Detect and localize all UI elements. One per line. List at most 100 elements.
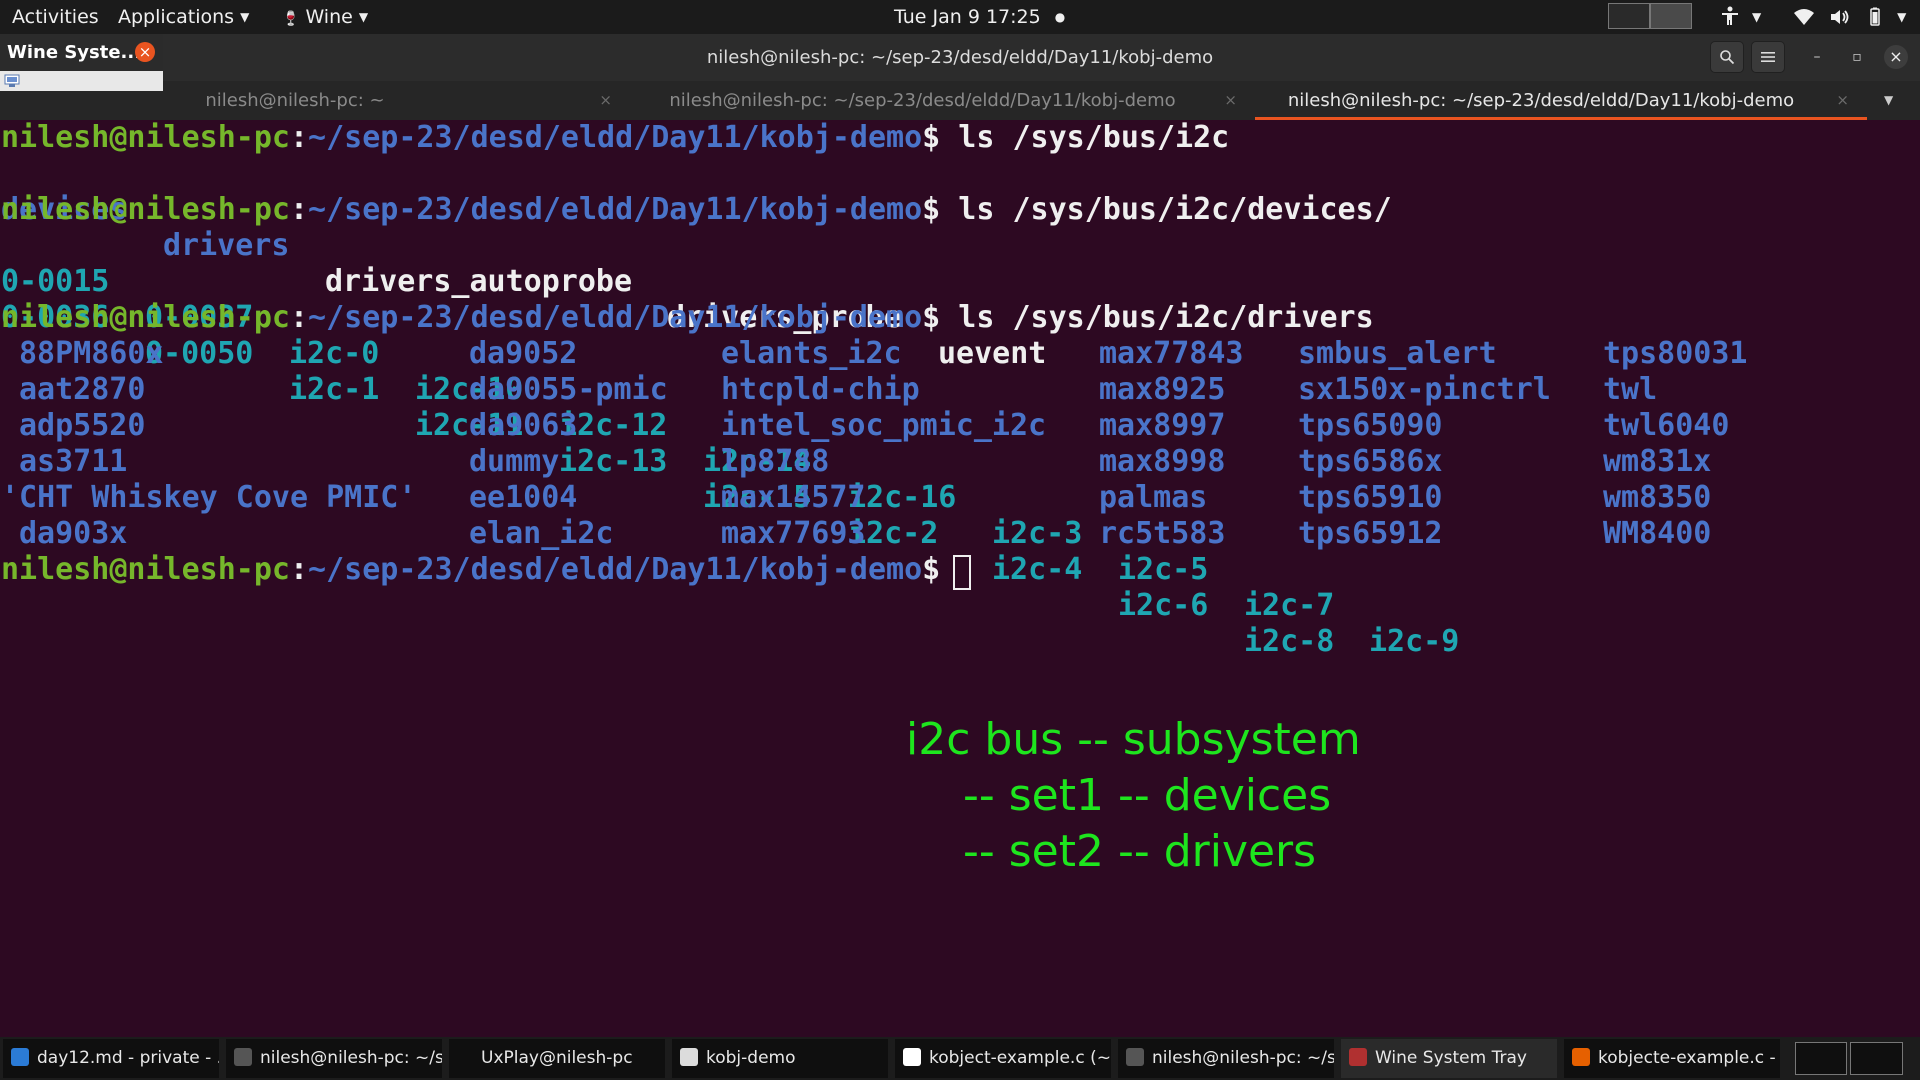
- output-line: 0-0015 0-0037 i2c-0 i2c-10 i2c-12 i2c-14…: [0, 228, 1500, 659]
- wine-popup-close-button[interactable]: ×: [135, 42, 155, 62]
- tab-close-icon[interactable]: ×: [1836, 81, 1849, 120]
- prompt-separator: :: [289, 552, 309, 587]
- clock[interactable]: Tue Jan 9 17:25 ●: [894, 0, 1065, 34]
- search-button[interactable]: [1710, 41, 1744, 73]
- taskbar-item-label: day12.md - private - ...: [37, 1048, 219, 1068]
- wine-popup-title: Wine Syste...: [7, 42, 142, 63]
- driver-entry: da9055-pmic: [469, 372, 668, 407]
- wine-system-tray-popup: Wine Syste... ×: [0, 34, 163, 91]
- minimize-button[interactable]: –: [1805, 45, 1829, 69]
- driver-entry: max8997: [1099, 408, 1226, 443]
- accessibility-menu[interactable]: ▼: [1720, 0, 1761, 34]
- wine-menu[interactable]: 🍷 Wine ▼: [282, 0, 368, 34]
- notification-dot: ●: [1054, 10, 1066, 24]
- wine-icon: [1349, 1048, 1367, 1066]
- driver-entry: tps65912: [1298, 516, 1443, 551]
- driver-entry: adp5520: [19, 408, 146, 443]
- device-entry: i2c-6: [1118, 588, 1209, 623]
- driver-entry: rc5t583: [1099, 516, 1226, 551]
- taskbar-item-label: kobj-demo: [706, 1048, 796, 1068]
- workspace-2[interactable]: [1650, 3, 1692, 29]
- chevron-down-icon: ▼: [240, 10, 250, 24]
- driver-entry: smbus_alert: [1298, 336, 1497, 371]
- driver-entry: sx150x-pinctrl: [1298, 372, 1551, 407]
- taskbar-item[interactable]: day12.md - private - ...: [3, 1039, 219, 1078]
- prompt-path: ~/sep-23/desd/eldd/Day11/kobj-demo: [308, 192, 923, 227]
- driver-entry: tps80031: [1603, 336, 1748, 371]
- driver-entry: tps65090: [1298, 408, 1443, 443]
- taskbar-item[interactable]: nilesh@nilesh-pc: ~/s...: [1118, 1039, 1334, 1078]
- prompt-path: ~/sep-23/desd/eldd/Day11/kobj-demo: [308, 120, 923, 155]
- note-line-1: i2c bus -- subsystem: [906, 714, 1361, 765]
- prompt-line: nilesh@nilesh-pc:~/sep-23/desd/eldd/Day1…: [1, 300, 1374, 336]
- command: ls /sys/bus/i2c/devices/: [958, 192, 1392, 227]
- workspace-switcher-1[interactable]: [1795, 1042, 1847, 1075]
- taskbar-item[interactable]: kobjecte-example.c - s...: [1564, 1039, 1780, 1078]
- window-title: nilesh@nilesh-pc: ~/sep-23/desd/eldd/Day…: [706, 47, 1214, 68]
- output-line: devices drivers drivers_autoprobe driver…: [0, 156, 1046, 371]
- taskbar-item[interactable]: UxPlay@nilesh-pc: [449, 1039, 665, 1078]
- output-line: as3711 dummy lp8788 max8998 tps6586x wm831x: [0, 444, 1900, 480]
- taskbar-item[interactable]: kobj-demo: [672, 1039, 888, 1078]
- wine-tray-icon[interactable]: [4, 74, 20, 88]
- driver-entry: 'CHT Whiskey Cove PMIC': [1, 480, 417, 515]
- maximize-button[interactable]: ▫: [1845, 45, 1869, 69]
- wifi-icon: [1794, 9, 1814, 25]
- driver-entry: dummy: [469, 444, 560, 479]
- tab-kobj-demo-2[interactable]: nilesh@nilesh-pc: ~/sep-23/desd/eldd/Day…: [1255, 81, 1867, 120]
- top-bar: Activities Applications ▼ 🍷 Wine ▼ Tue Jan …: [0, 0, 1920, 34]
- driver-entry: da903x: [19, 516, 128, 551]
- driver-entry: tps65910: [1298, 480, 1443, 515]
- workspace-1[interactable]: [1608, 3, 1650, 29]
- activities-button[interactable]: Activities: [12, 0, 99, 34]
- close-button[interactable]: ×: [1884, 45, 1908, 69]
- driver-entry: palmas: [1099, 480, 1208, 515]
- bottom-taskbar: day12.md - private - ... nilesh@nilesh-pc…: [0, 1037, 1920, 1080]
- driver-entry: intel_soc_pmic_i2c: [721, 408, 1047, 443]
- wine-glass-icon: 🍷: [282, 11, 300, 27]
- text-editor-icon: [903, 1048, 921, 1066]
- tab-bar: nilesh@nilesh-pc: ~ × nilesh@nilesh-pc: …: [0, 81, 1920, 120]
- taskbar-item[interactable]: Wine System Tray: [1341, 1039, 1557, 1078]
- output-line: da903x elan_i2c max77693 rc5t583 tps65912 WM8…: [0, 516, 1900, 552]
- driver-entry: max77843: [1099, 336, 1244, 371]
- workspace-switcher-2[interactable]: [1850, 1042, 1903, 1075]
- driver-entry: htcpld-chip: [721, 372, 920, 407]
- vscode-icon: [11, 1048, 29, 1066]
- menu-button[interactable]: [1751, 41, 1785, 73]
- taskbar-item-label: nilesh@nilesh-pc: ~/s...: [1152, 1048, 1334, 1068]
- driver-entry: elan_i2c: [469, 516, 614, 551]
- driver-entry: wm831x: [1603, 444, 1712, 479]
- tab-close-icon[interactable]: ×: [599, 81, 612, 120]
- tab-list-dropdown[interactable]: ▼: [1884, 81, 1914, 120]
- prompt-path: ~/sep-23/desd/eldd/Day11/kobj-demo: [308, 552, 923, 587]
- prompt-user: nilesh@nilesh-pc: [1, 120, 290, 155]
- chevron-down-icon: ▼: [1897, 10, 1907, 24]
- folder-icon: [680, 1048, 698, 1066]
- taskbar-item-label: UxPlay@nilesh-pc: [481, 1048, 633, 1068]
- system-menu[interactable]: ▼: [1793, 0, 1906, 34]
- command: ls /sys/bus/i2c/drivers: [958, 300, 1374, 335]
- taskbar-item[interactable]: nilesh@nilesh-pc: ~/s...: [226, 1039, 442, 1078]
- driver-entry: max77693: [721, 516, 866, 551]
- terminal-output[interactable]: nilesh@nilesh-pc:~/sep-23/desd/eldd/Day1…: [0, 120, 1920, 1037]
- prompt-dollar: $: [922, 120, 959, 155]
- applications-menu[interactable]: Applications ▼: [118, 0, 249, 34]
- device-entry: i2c-9: [1369, 624, 1460, 659]
- prompt-separator: :: [289, 300, 309, 335]
- driver-entry: as3711: [19, 444, 128, 479]
- prompt-user: nilesh@nilesh-pc: [1, 552, 290, 587]
- tab-kobj-demo-1[interactable]: nilesh@nilesh-pc: ~/sep-23/desd/eldd/Day…: [630, 81, 1255, 120]
- taskbar-item-label: Wine System Tray: [1375, 1048, 1527, 1068]
- command: ls /sys/bus/i2c: [958, 120, 1230, 155]
- volume-icon: [1831, 10, 1849, 24]
- tab-close-icon[interactable]: ×: [1224, 81, 1237, 120]
- driver-entry: elants_i2c: [721, 336, 902, 371]
- taskbar-item[interactable]: kobject-example.c (~/...: [895, 1039, 1111, 1078]
- terminal-cursor: [953, 555, 971, 590]
- prompt-user: nilesh@nilesh-pc: [1, 300, 290, 335]
- applications-label: Applications: [118, 6, 235, 28]
- device-entry: i2c-8: [1244, 624, 1335, 659]
- driver-entry: max8925: [1099, 372, 1226, 407]
- driver-entry: tps6586x: [1298, 444, 1443, 479]
